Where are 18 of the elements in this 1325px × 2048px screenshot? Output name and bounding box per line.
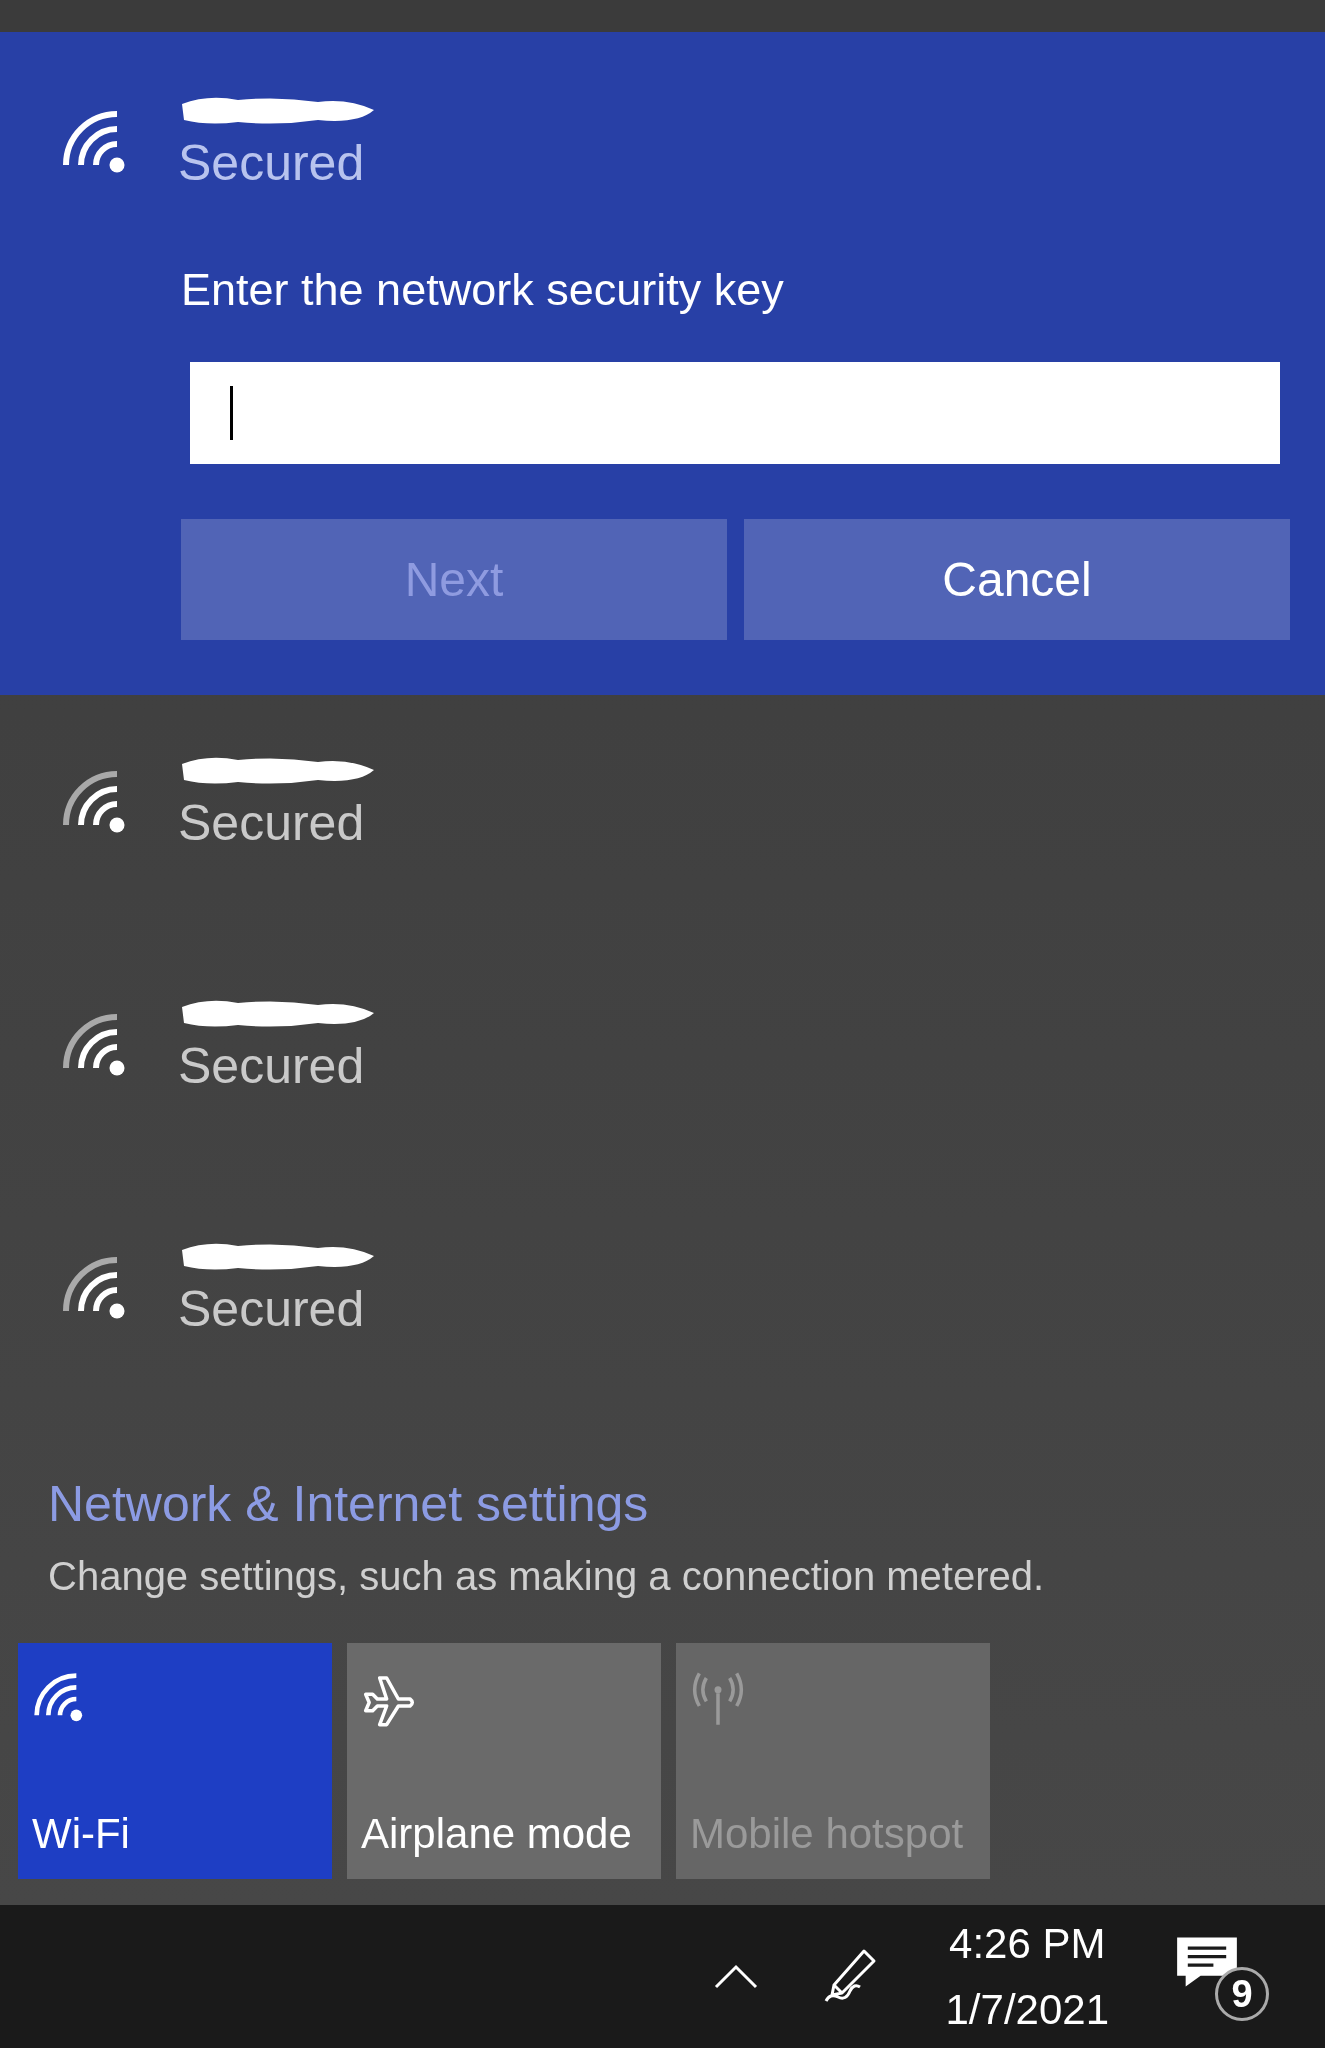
clock-date: 1/7/2021 bbox=[945, 1984, 1109, 2035]
network-status: Secured bbox=[178, 794, 366, 853]
clock-time: 4:26 PM bbox=[949, 1918, 1106, 1969]
network-settings-link[interactable]: Network & Internet settings bbox=[48, 1471, 1325, 1537]
settings-description: Change settings, such as making a connection metered. bbox=[48, 1553, 1046, 1600]
notification-count: 9 bbox=[1215, 1966, 1269, 2021]
cancel-button[interactable]: Cancel bbox=[744, 519, 1290, 640]
network-status: Secured bbox=[178, 1280, 366, 1339]
text-cursor bbox=[230, 386, 233, 440]
action-center-button[interactable]: 9 bbox=[1175, 1926, 1275, 2027]
network-status: Secured bbox=[178, 1037, 366, 1096]
wifi-tile[interactable]: Wi-Fi bbox=[18, 1643, 332, 1879]
clock[interactable]: 4:26 PM 1/7/2021 bbox=[939, 1909, 1115, 2044]
antenna-icon bbox=[690, 1671, 746, 1727]
network-status: Secured bbox=[178, 134, 366, 193]
security-key-field[interactable] bbox=[190, 362, 1280, 464]
airplane-tile[interactable]: Airplane mode bbox=[347, 1643, 661, 1879]
security-key-prompt: Enter the network security key bbox=[181, 263, 785, 317]
